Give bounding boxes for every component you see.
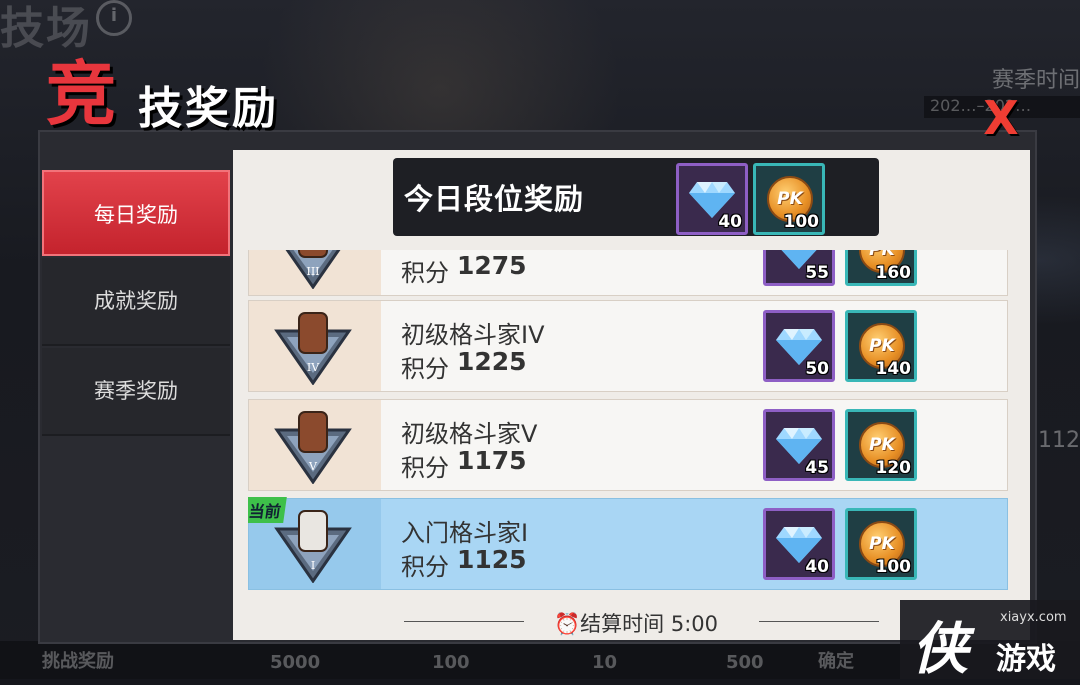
pk-coin-reward[interactable]: PK 100 <box>753 163 825 235</box>
footer-divider <box>404 621 524 622</box>
background-bottom-label: 5000 <box>270 652 321 673</box>
score-label: 积分 <box>401 259 449 287</box>
score-value: 1275 <box>457 251 527 280</box>
score-value: 1175 <box>457 446 527 475</box>
settlement-label: 结算时间 <box>580 612 665 636</box>
background-bottom-label: 100 <box>432 652 470 673</box>
rank-name: 初级格斗家IV <box>401 321 545 349</box>
rank-numeral: IV <box>307 361 320 374</box>
reward-quantity: 40 <box>805 557 829 577</box>
reward-quantity: 140 <box>875 359 912 379</box>
popup-title-rest: 技奖励 <box>138 83 279 134</box>
watermark-url: xiayx.com <box>1000 610 1067 625</box>
score-value: 1225 <box>457 347 527 376</box>
watermark: 侠 xiayx.com 游戏 <box>900 600 1080 682</box>
banner-title: 今日段位奖励 <box>404 182 585 216</box>
pk-coin-reward[interactable]: PK 140 <box>845 310 917 382</box>
settlement-time: 5:00 <box>670 612 719 636</box>
background-bottom-label: 10 <box>592 652 618 673</box>
background-season-label: 赛季时间 <box>991 68 1080 93</box>
rank-numeral: V <box>308 460 318 473</box>
rank-name: 初级格斗家V <box>401 420 538 448</box>
tab-daily-reward[interactable]: 每日奖励 <box>42 170 230 256</box>
background-bottom-label: 挑战奖励 <box>42 651 114 672</box>
score-label: 积分 <box>401 553 449 581</box>
alarm-clock-icon: ⏰ <box>554 612 581 636</box>
close-button[interactable]: X <box>978 95 1024 142</box>
reward-row: III 积分 1275 55 PK 160 <box>248 250 1008 296</box>
reward-quantity: 45 <box>805 458 829 478</box>
pk-coin-reward[interactable]: PK 120 <box>845 409 917 481</box>
rank-name: 入门格斗家I <box>401 519 529 547</box>
reward-quantity: 55 <box>805 263 829 283</box>
reward-tabs: 每日奖励 成就奖励 赛季奖励 <box>42 170 230 438</box>
rank-badge-icon: IV <box>274 312 352 385</box>
diamond-reward[interactable]: 40 <box>763 508 835 580</box>
footer-divider <box>759 621 879 622</box>
rank-badge-icon: I <box>274 510 352 583</box>
reward-quantity: 40 <box>718 212 742 232</box>
background-bottom-label: 500 <box>726 652 764 673</box>
reward-list[interactable]: III 积分 1275 55 PK 160 IV 初级格斗家IV 积分 1225 50 PK 140 V 初… <box>248 250 1008 590</box>
reward-row: IV 初级格斗家IV 积分 1225 50 PK 140 <box>248 300 1008 392</box>
pk-coin-reward[interactable]: PK 100 <box>845 508 917 580</box>
reward-quantity: 160 <box>875 263 912 283</box>
pk-coin-reward[interactable]: PK 160 <box>845 250 917 286</box>
score-label: 积分 <box>401 355 449 383</box>
diamond-reward[interactable]: 45 <box>763 409 835 481</box>
tab-achievement-reward[interactable]: 成就奖励 <box>42 258 230 346</box>
reward-quantity: 100 <box>875 557 912 577</box>
reward-row: I 当前入门格斗家I 积分 1125 40 PK 100 <box>248 497 1008 590</box>
background-number: 112 <box>1038 428 1080 453</box>
reward-quantity: 50 <box>805 359 829 379</box>
settlement-time-text: ⏰结算时间 5:00 <box>554 608 718 638</box>
rank-badge-icon: III <box>285 250 341 289</box>
diamond-reward[interactable]: 40 <box>676 163 748 235</box>
watermark-name: 游戏 <box>996 642 1056 677</box>
info-icon: i <box>96 0 132 36</box>
reward-quantity: 120 <box>875 458 912 478</box>
settlement-footer: ⏰结算时间 5:00 <box>404 606 884 636</box>
watermark-logo: 侠 <box>912 617 968 682</box>
score-label: 积分 <box>401 454 449 482</box>
tab-season-reward[interactable]: 赛季奖励 <box>42 348 230 436</box>
reward-row: V 初级格斗家V 积分 1175 45 PK 120 <box>248 399 1008 491</box>
current-rank-tag: 当前 <box>248 497 287 523</box>
diamond-reward[interactable]: 55 <box>763 250 835 286</box>
rank-badge-icon: V <box>274 411 352 484</box>
popup-title-big: 竞 <box>46 53 116 135</box>
rank-numeral: I <box>311 559 315 572</box>
reward-quantity: 100 <box>783 212 820 232</box>
rank-numeral: III <box>306 265 319 278</box>
score-value: 1125 <box>457 545 527 574</box>
diamond-reward[interactable]: 50 <box>763 310 835 382</box>
background-bottom-label: 确定 <box>818 651 854 672</box>
